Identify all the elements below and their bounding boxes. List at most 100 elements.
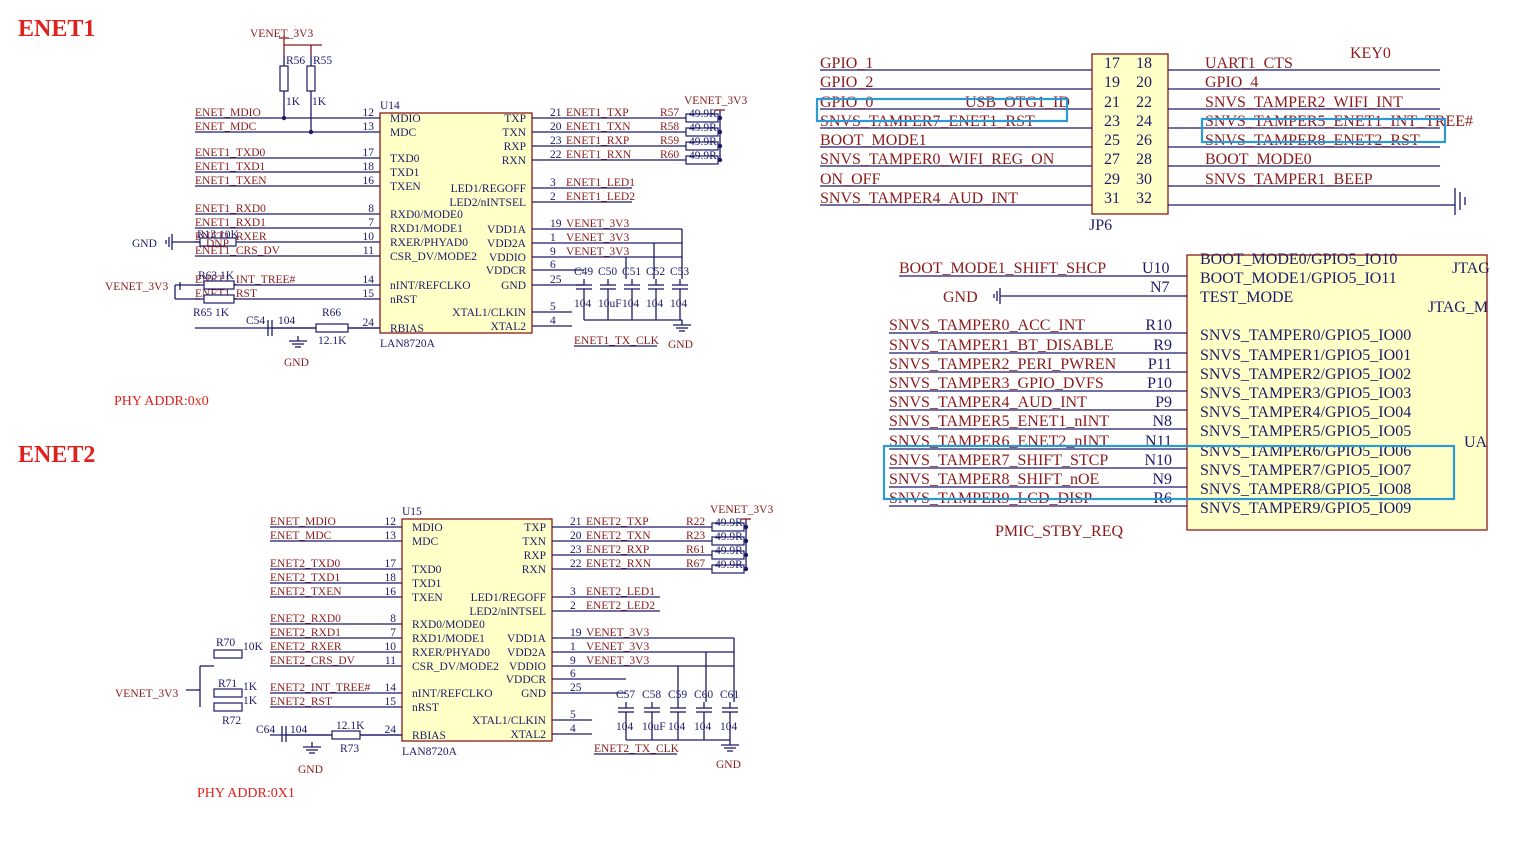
enet1-gnd-bottom-label: GND [284,357,309,369]
enet1-pin-name: VDDCR [486,265,527,277]
enet1-pin-name: XTAL1/CLKIN [452,307,527,319]
enet2-pin-number: 25 [570,682,582,694]
enet1-cap-value: 104 [646,298,664,310]
enet2-net-label-venet-3v3: VENET_3V3 [586,655,649,667]
enet2-pin-number: 6 [570,668,576,680]
mcu-pin-function: SNVS_TAMPER7/GPIO5_IO07 [1200,462,1411,479]
enet2-net-label-enet2-crs-dv: ENET2_CRS_DV [270,655,356,667]
enet2-pin-name: VDDCR [506,674,547,686]
mcu-ball: P10 [1147,375,1172,392]
enet2-pin-name: nINT/REFCLKO [412,688,493,700]
enet2-pin-name: LED2/nINTSEL [469,606,546,618]
enet2-net-label-enet2-txn: ENET2_TXN [586,530,651,542]
jp6-pin-a: 23 [1104,113,1120,130]
enet1-cap-value: 10uF [598,298,622,310]
jp6-left-net: SNVS_TAMPER4_AUD_INT [820,190,1018,207]
enet2-net-label-enet-mdio: ENET_MDIO [270,516,336,528]
mcu-ball: N7 [1150,279,1170,296]
enet2-r73 [331,730,361,740]
enet2-net-label-enet2-led2: ENET2_LED2 [586,600,655,612]
mcu-pin-function: SNVS_TAMPER1/GPIO5_IO01 [1200,347,1411,364]
mcu-ball: U10 [1142,260,1170,277]
enet2-pin-number: 18 [385,572,397,584]
mcu-ball: N8 [1152,413,1172,430]
enet1-pin-number: 14 [363,274,375,286]
enet2-pin-number: 14 [385,682,397,694]
enet2-r72-ref: R72 [222,715,241,727]
enet2-pin-name: VDD2A [507,647,547,659]
jp6-pin-a: 27 [1104,151,1120,168]
enet2-net-label-enet2-rxn: ENET2_RXN [586,558,652,570]
enet1-pin-name: XTAL2 [491,321,527,333]
jp6-pin-a: 21 [1104,94,1120,111]
enet1-cap-value: 104 [622,298,640,310]
enet2-r73-value: 12.1K [336,720,365,732]
enet2-resistor-ref: R22 [686,516,705,528]
enet2-pin-number: 12 [385,516,397,528]
mcu-ball: N10 [1144,452,1172,469]
enet2-pin-name: RXD0/MODE0 [412,619,485,631]
enet1-pin-name: RXD0/MODE0 [390,209,463,221]
enet2-cap-value: 104 [616,721,634,733]
enet1-pin-number: 20 [550,121,562,133]
enet1-pin-number: 11 [363,245,374,257]
enet1-gnd-left-label: GND [132,238,157,250]
enet2-net-label-enet-mdc: ENET_MDC [270,530,332,542]
jp6-right-net: SNVS_TAMPER1_BEEP [1205,171,1373,188]
enet1-net-label-enet1-txp: ENET1_TXP [566,107,629,119]
enet2-pin-number: 4 [570,723,576,735]
enet2-r70 [213,649,243,659]
enet1-pin-number: 5 [550,301,556,313]
mcu-net-label: SNVS_TAMPER3_GPIO_DVFS [889,375,1104,392]
enet2-pin-number: 7 [390,627,396,639]
enet2-resistor-value: 49.9R [715,531,743,543]
jp6-left-net: GPIO_0 [820,94,873,111]
jp6-pin-a: 25 [1104,132,1120,149]
enet2-pin-number: 15 [385,696,397,708]
mcu-ball: P11 [1148,356,1172,373]
enet2-net-label-enet2-rxer: ENET2_RXER [270,641,342,653]
mcu-ball: N9 [1152,471,1172,488]
mcu-pin-function: SNVS_TAMPER0/GPIO5_IO00 [1200,327,1411,344]
jp6-pin-b: 28 [1136,151,1152,168]
enet2-pin-number: 2 [570,600,576,612]
enet2-net-label-tx-clk: ENET2_TX_CLK [594,743,680,755]
enet2-pin-name: RXD1/MODE1 [412,633,485,645]
enet2-gnd-bottom-label: GND [298,764,323,776]
mcu-net-label: SNVS_TAMPER6_ENET2_nINT [889,433,1109,450]
enet1-pin-number: 19 [550,218,562,230]
jp6-pin-b: 32 [1136,190,1152,207]
enet1-c54-value: 104 [278,315,296,327]
enet1-resistor-value: 49.9R [689,136,717,148]
enet1-cap-ref: C49 [574,266,593,278]
enet1-pin-number: 8 [368,203,374,215]
enet2-resistor-value: 49.9R [715,517,743,529]
enet2-cap-ref: C57 [616,689,635,701]
enet1-r66-value: 12.1K [318,335,347,347]
jp6-right-net: GPIO_4 [1205,74,1258,91]
enet2-net-label-enet2-rst: ENET2_RST [270,696,332,708]
enet1-dnp-label: DNP [206,238,229,250]
enet1-pin-number: 7 [368,217,374,229]
enet1-c54-ref: C54 [246,315,265,327]
enet1-r63-label: R63 1K [198,270,235,282]
enet2-pin-number: 5 [570,709,576,721]
enet1-left-rail-label: VENET_3V3 [105,281,168,293]
schematic-canvas: ENET1ENET2U14LAN8720AENET_MDIO 12 MDIOENET… [18,16,1490,801]
mcu-ball: R10 [1145,317,1172,334]
enet1-net-label-enet1-txn: ENET1_TXN [566,121,631,133]
mcu-net-label: SNVS_TAMPER0_ACC_INT [889,317,1085,334]
enet1-pin-name: RBIAS [390,323,424,335]
enet1-pin-number: 23 [550,135,562,147]
enet1-r56 [279,65,289,92]
jp6-key0-label: KEY0 [1350,45,1391,62]
enet2-pin-number: 23 [570,544,582,556]
enet2-pin-number: 10 [385,641,397,653]
enet2-pin-name: TXEN [412,592,443,604]
enet1-r55 [306,65,316,92]
enet1-net-label-venet-3v3: VENET_3V3 [566,246,629,258]
mcu-net-label: SNVS_TAMPER1_BT_DISABLE [889,337,1114,354]
mcu-gnd-label: GND [943,289,978,306]
enet1-net-label-enet1-rxn: ENET1_RXN [566,149,632,161]
enet1-resistor-value: 49.9R [689,122,717,134]
